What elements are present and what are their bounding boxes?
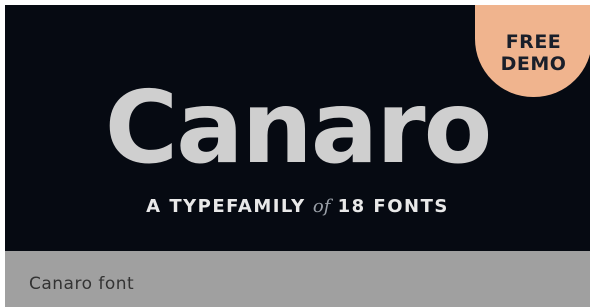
caption-bar[interactable]: Canaro font xyxy=(5,251,590,307)
badge-line-demo: DEMO xyxy=(500,53,567,75)
font-preview-banner[interactable]: FREE DEMO Canaro A TYPEFAMILY of 18 FONT… xyxy=(5,5,590,251)
subtitle-font-count: 18 FONTS xyxy=(337,196,449,217)
font-caption-link[interactable]: Canaro font xyxy=(29,273,134,295)
font-subtitle: A TYPEFAMILY of 18 FONTS xyxy=(5,195,590,219)
badge-line-free: FREE xyxy=(505,31,562,53)
subtitle-typefamily: A TYPEFAMILY xyxy=(146,196,306,217)
subtitle-of: of xyxy=(312,196,331,217)
font-card[interactable]: FREE DEMO Canaro A TYPEFAMILY of 18 FONT… xyxy=(0,0,595,307)
font-name-title: Canaro xyxy=(104,69,493,186)
